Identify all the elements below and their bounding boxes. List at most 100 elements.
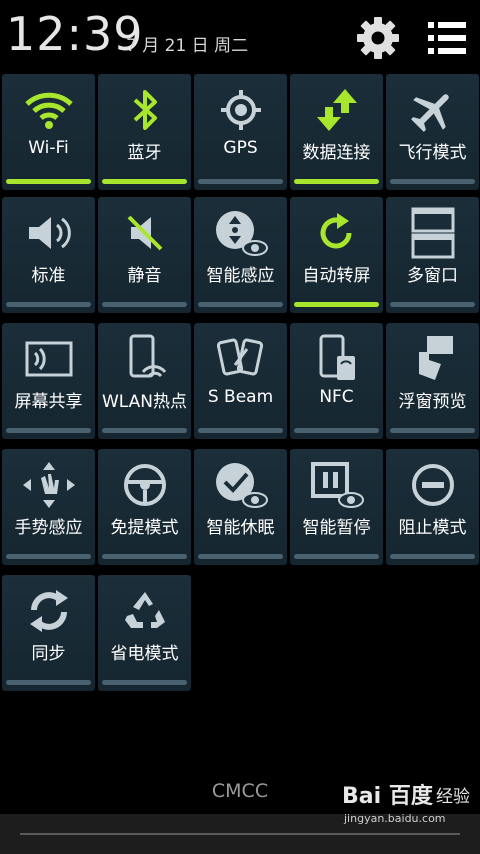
toggle-label: Wi-Fi [28, 138, 69, 158]
panel-header: 12:39 7 月 21 日 周二 [0, 0, 480, 70]
toggle-state-indicator [294, 428, 379, 433]
toggle-label: S Beam [207, 387, 274, 407]
air-view-icon [386, 331, 479, 387]
toggle-state-indicator [6, 554, 91, 559]
toggle-state-indicator [390, 302, 475, 307]
gesture-icon [2, 457, 95, 513]
toggle-label: 数据连接 [302, 143, 371, 163]
toggle-state-indicator [6, 179, 91, 184]
gear-icon [357, 17, 399, 59]
toggle-label: GPS [223, 138, 258, 158]
toggle-state-indicator [294, 302, 379, 307]
toggle-label: NFC [319, 387, 354, 407]
toggle-state-indicator [294, 554, 379, 559]
sync-icon [2, 583, 95, 639]
toggle-steering-wheel[interactable]: 免提模式 [98, 449, 191, 565]
toggle-smart-stay[interactable]: 智能感应 [194, 197, 287, 313]
toggle-smart-pause[interactable]: 智能暂停 [290, 449, 383, 565]
watermark-brand: Bai 百度 [342, 784, 433, 809]
toggle-s-beam[interactable]: S Beam [194, 323, 287, 439]
toggle-state-indicator [6, 302, 91, 307]
toggle-label: 蓝牙 [127, 143, 162, 163]
multi-window-icon [386, 205, 479, 261]
toggle-smart-sleep[interactable]: 智能休眠 [194, 449, 287, 565]
toggle-label: 自动转屏 [302, 266, 371, 286]
wifi-icon [2, 82, 95, 138]
toggle-state-indicator [102, 680, 187, 685]
menu-button[interactable] [424, 14, 472, 62]
toggle-mute[interactable]: 静音 [98, 197, 191, 313]
bluetooth-icon [98, 82, 191, 138]
nfc-icon [290, 331, 383, 387]
toggle-airplane[interactable]: 飞行模式 [386, 74, 479, 190]
toggle-state-indicator [102, 302, 187, 307]
toggle-label: 多窗口 [407, 266, 458, 286]
toggle-multi-window[interactable]: 多窗口 [386, 197, 479, 313]
volume-icon [2, 205, 95, 261]
s-beam-icon [194, 331, 287, 387]
hotspot-icon [98, 331, 191, 387]
toggle-label: 免提模式 [110, 518, 179, 538]
toggle-bluetooth[interactable]: 蓝牙 [98, 74, 191, 190]
toggle-state-indicator [198, 302, 283, 307]
toggle-state-indicator [198, 554, 283, 559]
steering-wheel-icon [98, 457, 191, 513]
toggle-label: 标准 [31, 266, 66, 286]
toggle-volume[interactable]: 标准 [2, 197, 95, 313]
toggle-state-indicator [390, 179, 475, 184]
clock: 12:39 [6, 7, 144, 61]
gps-icon [194, 82, 287, 138]
settings-button[interactable] [354, 14, 402, 62]
toggle-screen-mirroring[interactable]: 屏幕共享 [2, 323, 95, 439]
toggle-state-indicator [198, 179, 283, 184]
list-icon [428, 22, 466, 54]
watermark-sub: 经验 [436, 787, 470, 807]
mute-icon [98, 205, 191, 261]
toggle-state-indicator [6, 680, 91, 685]
date: 7 月 21 日 周二 [126, 36, 249, 56]
toggle-label: WLAN热点 [101, 392, 188, 412]
toggle-wifi[interactable]: Wi-Fi [2, 74, 95, 190]
toggle-label: 省电模式 [110, 644, 179, 664]
block-icon [386, 457, 479, 513]
watermark-url: jingyan.baidu.com [344, 812, 446, 825]
toggle-gesture[interactable]: 手势感应 [2, 449, 95, 565]
toggle-state-indicator [102, 428, 187, 433]
toggle-block[interactable]: 阻止模式 [386, 449, 479, 565]
toggle-gps[interactable]: GPS [194, 74, 287, 190]
toggle-rotate[interactable]: 自动转屏 [290, 197, 383, 313]
toggle-label: 屏幕共享 [14, 392, 83, 412]
toggle-label: 同步 [31, 644, 66, 664]
toggle-data-transfer[interactable]: 数据连接 [290, 74, 383, 190]
toggle-label: 静音 [127, 266, 162, 286]
recycle-icon [98, 583, 191, 639]
notification-panel: 12:39 7 月 21 日 周二 Wi-Fi 蓝牙 GPS 数据连接 飞行模式… [0, 0, 480, 854]
rotate-icon [290, 205, 383, 261]
toggle-state-indicator [6, 428, 91, 433]
toggle-state-indicator [390, 428, 475, 433]
toggle-label: 手势感应 [14, 518, 83, 538]
toggle-nfc[interactable]: NFC [290, 323, 383, 439]
toggle-label: 飞行模式 [398, 143, 467, 163]
toggle-label: 智能暂停 [302, 518, 371, 538]
toggle-sync[interactable]: 同步 [2, 575, 95, 691]
toggle-state-indicator [198, 428, 283, 433]
screen-mirroring-icon [2, 331, 95, 387]
toggle-label: 智能感应 [206, 266, 275, 286]
toggle-hotspot[interactable]: WLAN热点 [98, 323, 191, 439]
toggle-state-indicator [102, 179, 187, 184]
toggle-label: 阻止模式 [398, 518, 467, 538]
toggle-air-view[interactable]: 浮窗预览 [386, 323, 479, 439]
data-transfer-icon [290, 82, 383, 138]
smart-pause-icon [290, 457, 383, 513]
watermark: Bai 百度 经验 jingyan.baidu.com [340, 778, 470, 848]
toggle-recycle[interactable]: 省电模式 [98, 575, 191, 691]
toggle-state-indicator [294, 179, 379, 184]
toggle-state-indicator [390, 554, 475, 559]
smart-stay-icon [194, 205, 287, 261]
smart-sleep-icon [194, 457, 287, 513]
toggle-label: 智能休眠 [206, 518, 275, 538]
toggle-state-indicator [102, 554, 187, 559]
airplane-icon [386, 82, 479, 138]
toggle-label: 浮窗预览 [398, 392, 467, 412]
